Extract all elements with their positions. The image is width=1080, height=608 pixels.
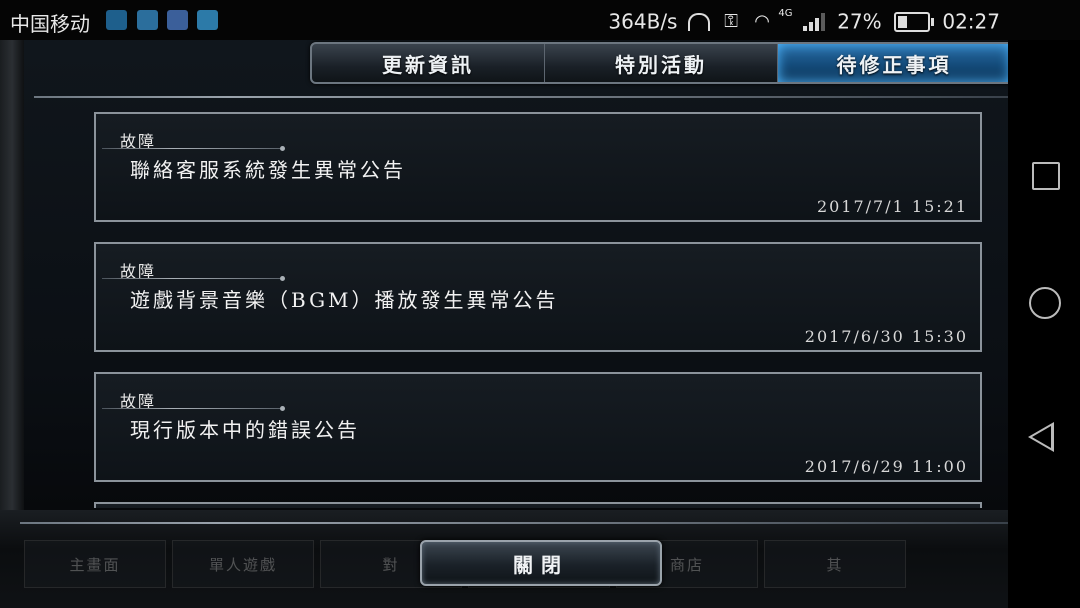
menu-other: 其 — [764, 540, 906, 588]
menu-home: 主畫面 — [24, 540, 166, 588]
notification-icon-3 — [167, 10, 188, 30]
navigation-bar — [1008, 40, 1080, 608]
close-button[interactable]: 關閉 — [420, 540, 662, 586]
tab-update-info[interactable]: 更新資訊 — [312, 44, 545, 82]
notice-item[interactable]: 故障 遊戲背景音樂（BGM）播放發生異常公告 2017/6/30 15:30 — [94, 242, 982, 352]
back-icon[interactable] — [1020, 412, 1070, 462]
menu-single-player: 單人遊戲 — [172, 540, 314, 588]
notification-icon-2 — [137, 10, 158, 30]
category-divider — [102, 146, 285, 151]
tab-bar: 更新資訊 特別活動 待修正事項 — [310, 42, 1008, 84]
top-ornament-line — [34, 96, 1008, 98]
notification-icon-4 — [197, 10, 218, 30]
carrier-label: 中国移动 — [10, 12, 90, 36]
notice-date: 2017/6/30 15:30 — [804, 327, 968, 346]
notice-date: 2017/6/29 11:00 — [804, 457, 968, 476]
bottom-ornament-line — [20, 522, 1008, 524]
headphones-icon — [687, 12, 710, 31]
notice-date: 2017/7/1 15:21 — [816, 197, 968, 216]
category-divider — [102, 276, 285, 281]
game-view: 更新資訊 特別活動 待修正事項 故障 聯絡客服系統發生異常公告 2017/7/1… — [0, 40, 1008, 608]
network-type: 4G — [778, 8, 793, 19]
status-bar: 中国移动 364B/s ⚿ ◠ 4G 27% 02:27 — [0, 0, 1080, 40]
category-divider — [102, 406, 285, 411]
status-indicators: 364B/s ⚿ ◠ 4G 27% 02:27 — [608, 8, 1000, 34]
tab-special-events[interactable]: 特別活動 — [545, 44, 778, 82]
notice-title: 聯絡客服系統發生異常公告 — [130, 158, 406, 182]
signal-icon — [802, 12, 827, 31]
notice-item-partial[interactable] — [94, 502, 982, 508]
recent-apps-icon[interactable] — [1020, 150, 1070, 200]
tab-pending-fixes[interactable]: 待修正事項 — [778, 44, 1008, 82]
notice-title: 現行版本中的錯誤公告 — [130, 418, 360, 442]
wifi-icon: ◠ — [754, 11, 770, 32]
network-speed: 364B/s — [608, 9, 678, 34]
notice-item[interactable]: 故障 聯絡客服系統發生異常公告 2017/7/1 15:21 — [94, 112, 982, 222]
key-icon: ⚿ — [724, 11, 738, 32]
home-icon[interactable] — [1020, 278, 1070, 328]
clock: 02:27 — [942, 9, 1000, 34]
battery-percent: 27% — [837, 9, 882, 34]
notice-item[interactable]: 故障 現行版本中的錯誤公告 2017/6/29 11:00 — [94, 372, 982, 482]
notice-title: 遊戲背景音樂（BGM）播放發生異常公告 — [130, 288, 559, 312]
battery-icon — [894, 11, 934, 32]
notice-list: 故障 聯絡客服系統發生異常公告 2017/7/1 15:21 故障 遊戲背景音樂… — [94, 112, 986, 508]
notification-icon-1 — [106, 10, 127, 30]
